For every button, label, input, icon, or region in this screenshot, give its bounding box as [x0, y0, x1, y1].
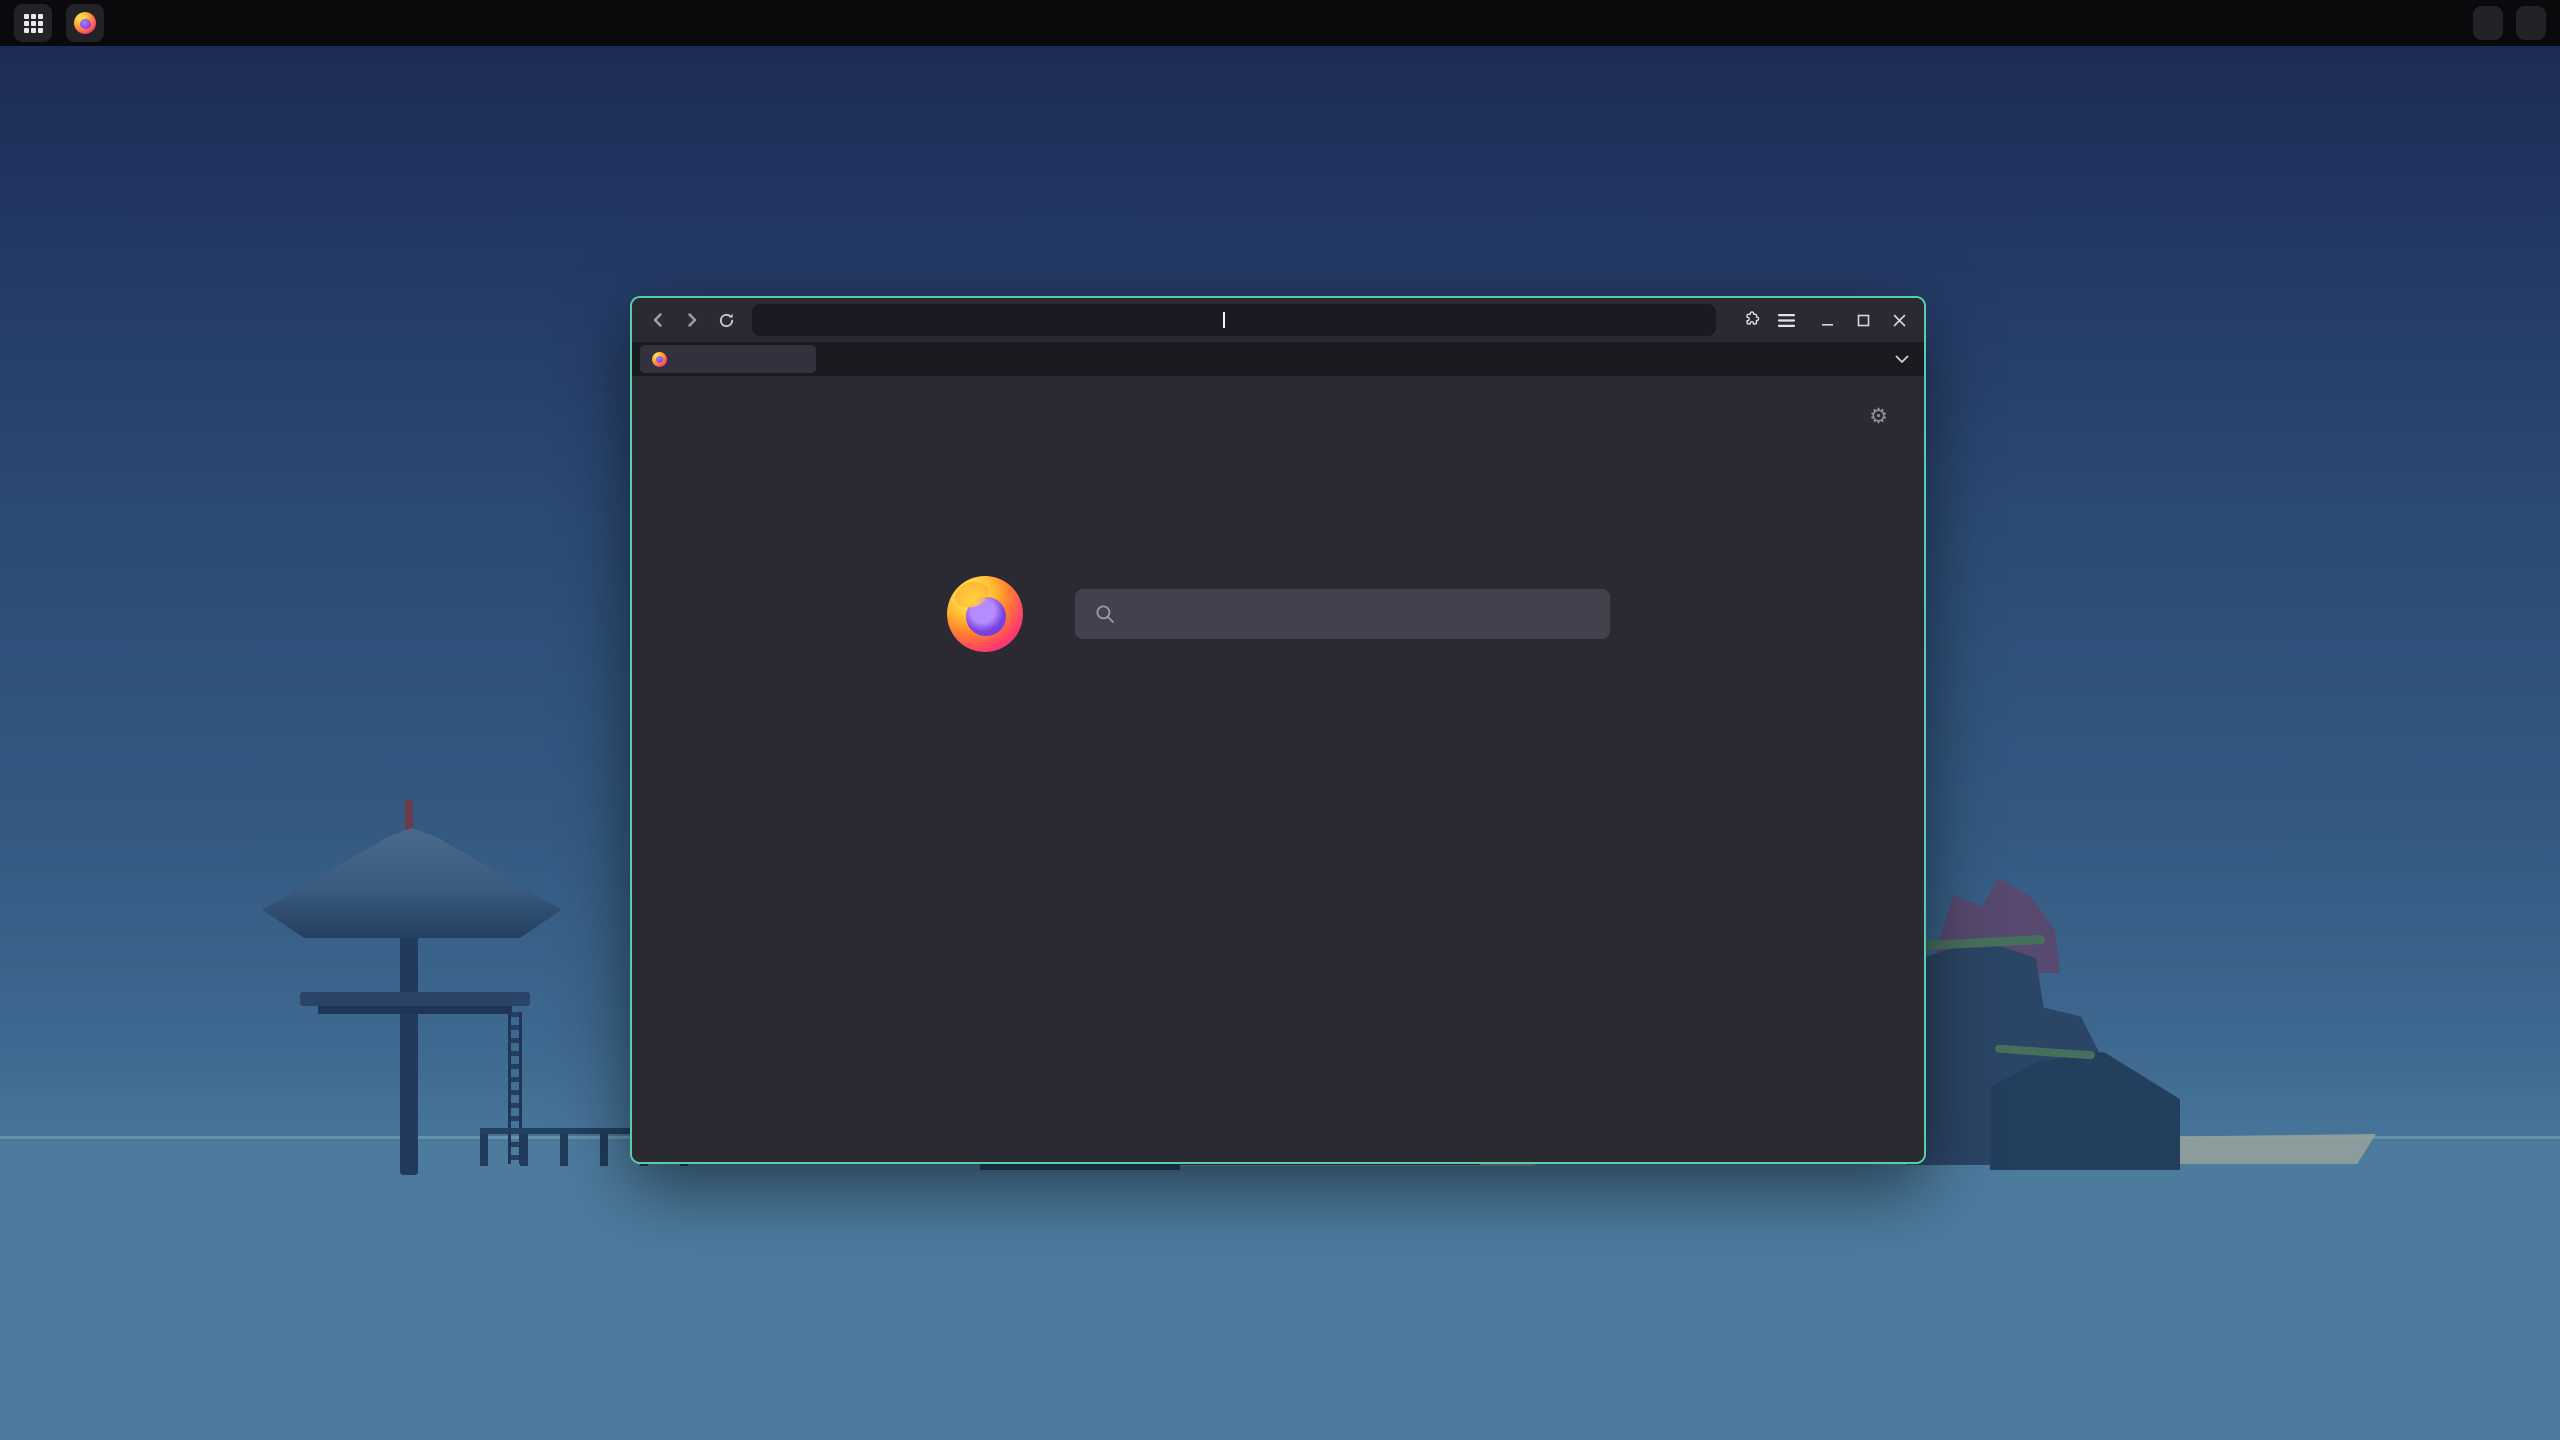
firefox-logo-icon [947, 576, 1023, 652]
reload-button[interactable] [710, 305, 742, 335]
url-bar[interactable] [752, 304, 1716, 336]
system-tray[interactable] [2473, 6, 2503, 40]
desktop: ⚙ [0, 0, 2560, 1440]
system-bar [0, 0, 2560, 46]
reload-icon [718, 312, 735, 329]
back-icon [655, 315, 661, 326]
hamburger-icon [1778, 313, 1795, 328]
minimize-button[interactable] [1812, 306, 1842, 334]
system-bar-left [0, 4, 104, 42]
app-launcher-button[interactable] [14, 4, 52, 42]
app-grid-icon [24, 14, 43, 33]
newtab-search-field[interactable] [1075, 589, 1610, 639]
extensions-button[interactable] [1736, 305, 1768, 335]
menu-button[interactable] [1770, 305, 1802, 335]
watchtower-roof [262, 828, 562, 938]
system-bar-right [2460, 6, 2560, 40]
new-tab-button[interactable] [822, 345, 850, 373]
firefox-icon [74, 12, 96, 34]
chevron-down-icon [1895, 355, 1909, 364]
close-button[interactable] [1884, 306, 1914, 334]
minimize-icon [1821, 314, 1834, 327]
forward-button[interactable] [676, 305, 708, 335]
watchtower-platform [318, 1006, 512, 1014]
search-icon [1095, 604, 1115, 624]
firefox-favicon [652, 352, 667, 367]
watchtower-platform [300, 992, 530, 1006]
clock-widget[interactable] [2516, 6, 2546, 40]
newtab-page: ⚙ [632, 376, 1924, 1162]
watchtower-pole [400, 930, 418, 1175]
browser-toolbar [632, 298, 1924, 342]
puzzle-icon [1743, 311, 1761, 329]
close-icon [1893, 314, 1906, 327]
ocean [0, 1138, 2560, 1440]
window-controls [1812, 306, 1914, 334]
firefox-window: ⚙ [630, 296, 1926, 1164]
tab-bar [632, 342, 1924, 376]
text-caret [1223, 312, 1225, 328]
tab-new-tab[interactable] [640, 345, 816, 373]
back-button[interactable] [642, 305, 674, 335]
firefox-launcher-button[interactable] [66, 4, 104, 42]
forward-icon [690, 315, 696, 326]
list-all-tabs-button[interactable] [1888, 345, 1916, 373]
maximize-button[interactable] [1848, 306, 1878, 334]
maximize-icon [1857, 314, 1870, 327]
newtab-settings-button[interactable]: ⚙ [1869, 406, 1888, 427]
newtab-hero [947, 576, 1610, 652]
